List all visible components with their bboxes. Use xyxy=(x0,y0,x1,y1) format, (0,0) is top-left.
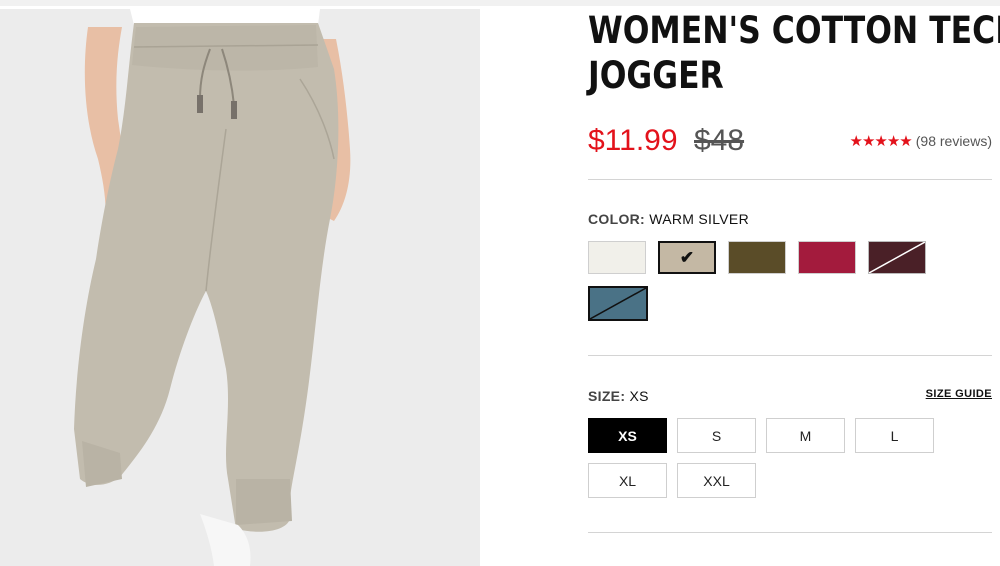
color-swatch-crimson[interactable] xyxy=(798,241,856,274)
rating-summary[interactable]: ★★★★★ (98 reviews) xyxy=(850,132,993,150)
product-image[interactable] xyxy=(0,9,480,566)
size-option-l[interactable]: L xyxy=(855,418,934,453)
product-title-line-2: JOGGER xyxy=(588,54,724,97)
size-label: SIZE: XS xyxy=(588,388,649,404)
size-option-xs[interactable]: XS xyxy=(588,418,667,453)
color-swatch-plum[interactable] xyxy=(868,241,926,274)
price-row: $11.99 $48 ★★★★★ (98 reviews) xyxy=(588,124,992,164)
color-selected-value: WARM SILVER xyxy=(649,211,749,227)
star-rating-icon: ★★★★★ xyxy=(849,133,913,150)
review-count-link[interactable]: (98 reviews) xyxy=(916,133,992,149)
divider-color xyxy=(588,355,992,356)
color-swatch-teal[interactable] xyxy=(588,286,648,321)
size-guide-link[interactable]: SIZE GUIDE xyxy=(926,388,992,400)
product-info-panel: WOMEN'S COTTON TECH JOGGER $11.99 $48 ★★… xyxy=(588,0,1000,566)
color-label-key: COLOR: xyxy=(588,211,646,227)
sale-price: $11.99 xyxy=(588,124,678,157)
size-label-key: SIZE: xyxy=(588,388,626,404)
size-selected-value: XS xyxy=(629,388,649,404)
size-option-xl[interactable]: XL xyxy=(588,463,667,498)
split-diagonal-icon xyxy=(590,288,646,319)
split-diagonal-icon xyxy=(869,242,925,273)
product-title: WOMEN'S COTTON TECH JOGGER xyxy=(588,8,1000,98)
size-option-m[interactable]: M xyxy=(766,418,845,453)
color-swatch-warm-silver[interactable]: ✔ xyxy=(658,241,716,274)
color-swatch-olive[interactable] xyxy=(728,241,786,274)
product-title-line-1: WOMEN'S COTTON TECH xyxy=(588,9,1000,52)
jogger-photo-illustration xyxy=(0,9,480,566)
divider-size xyxy=(588,532,992,533)
original-price: $48 xyxy=(694,124,745,157)
divider-price xyxy=(588,179,992,180)
check-icon: ✔ xyxy=(679,247,695,267)
color-swatch-white[interactable] xyxy=(588,241,646,274)
size-option-s[interactable]: S xyxy=(677,418,756,453)
size-option-xxl[interactable]: XXL xyxy=(677,463,756,498)
color-label: COLOR: WARM SILVER xyxy=(588,211,749,227)
